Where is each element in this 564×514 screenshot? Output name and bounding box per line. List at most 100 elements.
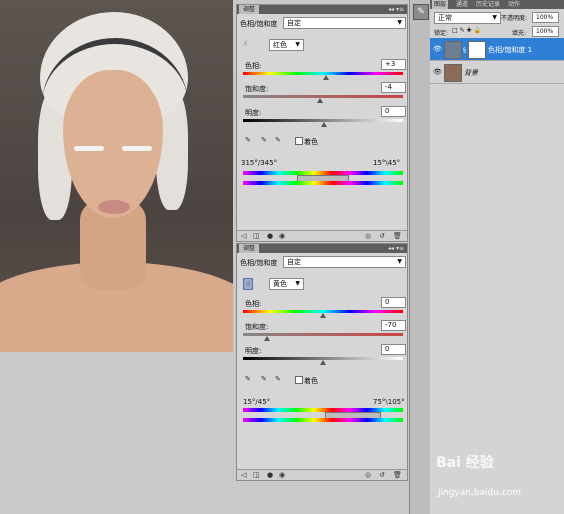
color-range-bar-bottom [243,181,403,185]
eyedropper-icon[interactable]: ✎ [245,135,251,145]
panel-tab-bar: 调整 ◂◂ ▾≡ [237,244,407,253]
lightness-slider[interactable] [321,122,327,127]
range-left-label: 315°/345° [241,159,278,167]
tab-channels[interactable]: 通道 [454,0,470,9]
watermark-url: jingyan.baidu.com [438,488,522,498]
back-icon[interactable]: ◁ [241,470,246,480]
hue-slider[interactable] [320,313,326,318]
hue-slider[interactable] [323,75,329,80]
target-adjust-icon[interactable]: ☝ [243,278,254,290]
channel-select[interactable]: 黄色 ▼ [269,278,304,290]
layers-panel: 图层 通道 历史记录 动作 正常 ▼ 不透明度: 100% 锁定: □ ✎ ✚ 🔒… [430,0,564,514]
opacity-input[interactable]: 100% [532,12,559,23]
canvas-image [0,0,233,352]
tab-layers[interactable]: 图层 [432,0,449,9]
layer-thumbnail [444,64,462,82]
adjustment-layer-icon [444,41,462,59]
preview-icon[interactable]: ◎ [365,231,371,241]
hue-input[interactable]: 0 [381,297,406,308]
chevron-down-icon: ▼ [295,280,300,287]
layer-name: 背景 [464,69,478,77]
saturation-slider[interactable] [264,336,270,341]
lock-icons[interactable]: □ ✎ ✚ 🔒 [452,27,481,34]
colorize-checkbox[interactable] [295,137,303,145]
eyedropper-minus-icon[interactable]: ✎ [275,135,281,145]
range-right-label: 75°\105° [373,398,405,406]
lightness-label: 明度: [245,109,262,117]
layer-icon[interactable]: ◫ [253,231,260,241]
saturation-slider[interactable] [317,98,323,103]
watermark-brand: Bai 经验 [436,455,494,471]
chain-icon: § [463,47,466,54]
clip-icon[interactable]: ● [267,470,273,480]
opacity-label: 不透明度: [501,15,528,22]
layers-tab-bar: 图层 通道 历史记录 动作 [430,0,564,9]
chevron-down-icon: ▼ [492,14,497,21]
fill-label: 填充: [512,30,527,37]
layer-icon[interactable]: ◫ [253,470,260,480]
clip-icon[interactable]: ● [267,231,273,241]
range-right-label: 15°\45° [373,159,401,167]
tab-history[interactable]: 历史记录 [474,0,502,9]
eyedropper-plus-icon[interactable]: ✎ [261,135,267,145]
trash-icon[interactable]: 🗑 [393,231,402,241]
target-adjust-icon[interactable]: ☝ [243,39,247,49]
visibility-icon[interactable]: ◉ [279,470,285,480]
blend-mode-select[interactable]: 正常 ▼ [434,12,501,24]
panel-footer: ◁ ◫ ● ◉ ◎ ↺ 🗑 [237,230,407,241]
adjustment-name: 色相/饱和度 [240,20,278,28]
panel-menu-icon[interactable]: ◂◂ ▾≡ [388,244,404,253]
hue-input[interactable]: +3 [381,59,406,70]
eye-icon[interactable]: 👁 [433,45,442,53]
channel-select[interactable]: 红色 ▼ [269,39,304,51]
lightness-label: 明度: [245,347,262,355]
visibility-icon[interactable]: ◉ [279,231,285,241]
colorize-label: 着色 [304,138,318,146]
layer-row-background[interactable]: 👁 背景 [430,61,564,84]
eyedropper-minus-icon[interactable]: ✎ [275,374,281,384]
colorize-label: 着色 [304,377,318,385]
layer-mask-thumbnail[interactable] [468,41,486,59]
preset-select[interactable]: 自定 ▼ [283,17,406,29]
panel-dock-strip: ✎ [409,0,431,514]
chevron-down-icon: ▼ [397,19,402,26]
chevron-down-icon: ▼ [397,258,402,265]
chevron-down-icon: ▼ [295,41,300,48]
adjustments-panel-yellow: 调整 ◂◂ ▾≡ 色相/饱和度 自定 ▼ ☝ 黄色 ▼ 色相: 0 饱和度: -70… [236,243,408,481]
hue-label: 色相: [245,62,262,70]
color-range-bar-bottom [243,418,403,422]
reset-icon[interactable]: ↺ [379,231,385,241]
preset-select[interactable]: 自定 ▼ [283,256,406,268]
tab-actions[interactable]: 动作 [506,0,522,9]
saturation-input[interactable]: -4 [381,82,406,93]
saturation-label: 饱和度: [245,323,269,331]
panel-tab[interactable]: 调整 [239,5,260,14]
panel-tab[interactable]: 调整 [239,244,260,253]
lightness-input[interactable]: 0 [381,344,406,355]
panel-footer: ◁ ◫ ● ◉ ◎ ↺ 🗑 [237,469,407,480]
eyedropper-plus-icon[interactable]: ✎ [261,374,267,384]
lightness-input[interactable]: 0 [381,106,406,117]
panel-menu-icon[interactable]: ◂◂ ▾≡ [388,5,404,14]
layer-name: 色相/饱和度 1 [488,46,533,54]
brush-icon[interactable]: ✎ [413,4,429,20]
saturation-label: 饱和度: [245,85,269,93]
adjustment-name: 色相/饱和度 [240,259,278,267]
fill-input[interactable]: 100% [532,26,559,37]
saturation-input[interactable]: -70 [381,320,406,331]
range-left-label: 15°/45° [243,398,271,406]
eye-icon[interactable]: 👁 [433,68,442,76]
lock-label: 锁定: [434,30,449,37]
reset-icon[interactable]: ↺ [379,470,385,480]
preview-icon[interactable]: ◎ [365,470,371,480]
colorize-checkbox[interactable] [295,376,303,384]
eyedropper-icon[interactable]: ✎ [245,374,251,384]
trash-icon[interactable]: 🗑 [393,470,402,480]
layer-row-hue-saturation[interactable]: 👁 § 色相/饱和度 1 [430,38,564,61]
saturation-track [243,95,403,98]
hue-label: 色相: [245,300,262,308]
adjustments-panel-red: 调整 ◂◂ ▾≡ 色相/饱和度 自定 ▼ ☝ 红色 ▼ 色相: +3 饱和度: -4… [236,4,408,242]
back-icon[interactable]: ◁ [241,231,246,241]
lightness-slider[interactable] [320,360,326,365]
panel-tab-bar: 调整 ◂◂ ▾≡ [237,5,407,14]
